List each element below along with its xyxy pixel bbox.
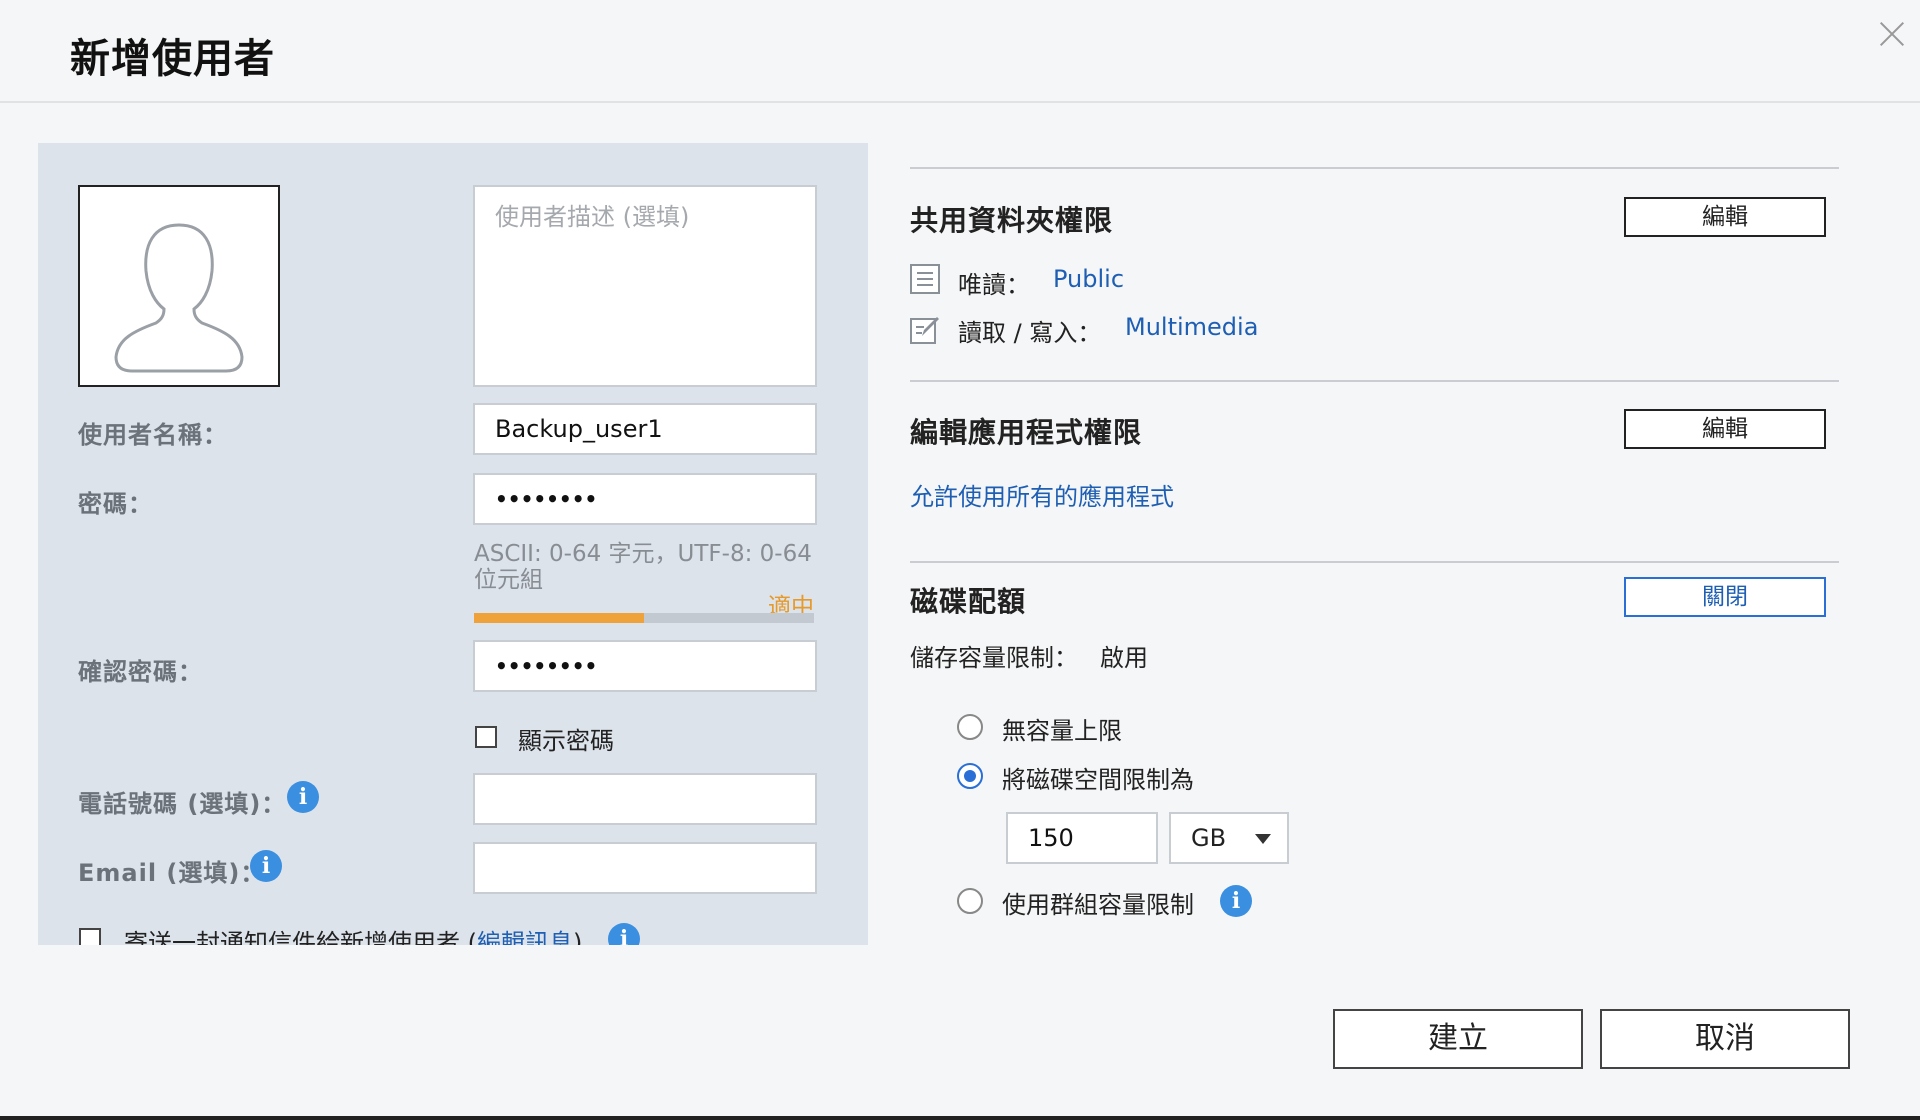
storage-limit-label: 儲存容量限制：	[910, 644, 1078, 672]
close-icon[interactable]	[1872, 14, 1912, 54]
group-limit-info-icon[interactable]: i	[1220, 885, 1252, 917]
show-password-checkbox[interactable]	[475, 726, 497, 748]
confirm-password-label: 確認密碼：	[78, 658, 203, 686]
window-bottom-edge	[0, 1116, 1920, 1120]
dialog-title: 新增使用者	[70, 36, 275, 82]
description-placeholder: 使用者描述 (選填)	[495, 203, 690, 231]
read-write-folder-link[interactable]: Multimedia	[1125, 313, 1258, 341]
divider	[910, 380, 1839, 382]
group-limit-radio[interactable]	[957, 888, 983, 914]
group-limit-label: 使用群組容量限制	[1002, 891, 1194, 919]
password-input[interactable]: ••••••••	[473, 473, 817, 525]
divider	[910, 561, 1839, 563]
username-label: 使用者名稱：	[78, 421, 228, 449]
user-info-panel: 使用者描述 (選填) 使用者名稱： 密碼： •••••••• ASCII: 0-…	[38, 143, 868, 945]
create-button[interactable]: 建立	[1333, 1009, 1583, 1069]
shared-folder-title: 共用資料夾權限	[910, 204, 1114, 237]
show-password-label: 顯示密碼	[518, 727, 614, 755]
no-limit-radio[interactable]	[957, 714, 983, 740]
phone-input[interactable]	[473, 773, 817, 825]
read-only-folder-link[interactable]: Public	[1053, 265, 1124, 293]
username-input[interactable]	[473, 403, 817, 455]
read-write-icon	[910, 317, 939, 344]
limit-space-radio[interactable]	[957, 763, 983, 789]
user-description-textarea[interactable]: 使用者描述 (選填)	[473, 185, 817, 387]
password-strength-bar	[474, 613, 814, 623]
quota-toggle-button[interactable]: 關閉	[1624, 577, 1826, 617]
avatar[interactable]	[78, 185, 280, 387]
read-only-label: 唯讀：	[958, 271, 1030, 299]
notify-label: 寄送一封通知信件給新增使用者 (	[124, 929, 477, 945]
email-label: Email (選填)：	[78, 859, 266, 887]
email-info-icon[interactable]: i	[250, 850, 282, 882]
notify-info-icon[interactable]: i	[608, 923, 640, 945]
allow-all-apps-link[interactable]: 允許使用所有的應用程式	[910, 477, 1174, 512]
confirm-password-input[interactable]: ••••••••	[473, 640, 817, 692]
edit-shared-folder-button[interactable]: 編輯	[1624, 197, 1826, 237]
password-label: 密碼：	[78, 490, 153, 518]
quota-unit-value: GB	[1191, 824, 1227, 852]
phone-label: 電話號碼 (選填)：	[78, 790, 287, 818]
limit-space-label: 將磁碟空間限制為	[1002, 766, 1194, 794]
quota-title: 磁碟配額	[910, 585, 1027, 618]
user-silhouette-icon	[114, 223, 244, 373]
no-limit-label: 無容量上限	[1002, 717, 1122, 745]
email-input[interactable]	[473, 842, 817, 894]
edit-app-permission-button[interactable]: 編輯	[1624, 409, 1826, 449]
password-hint: ASCII: 0-64 字元，UTF-8: 0-64 位元組	[474, 541, 812, 593]
cancel-button[interactable]: 取消	[1600, 1009, 1850, 1069]
divider	[910, 167, 1839, 169]
storage-limit-value: 啟用	[1100, 644, 1148, 672]
quota-unit-select[interactable]: GB	[1169, 812, 1289, 864]
notify-text: 寄送一封通知信件給新增使用者 (編輯訊息)	[124, 923, 582, 945]
notify-checkbox[interactable]	[79, 928, 101, 945]
read-write-label: 讀取 / 寫入：	[958, 319, 1102, 347]
chevron-down-icon	[1255, 834, 1271, 844]
read-only-icon	[910, 264, 940, 294]
quota-amount-input[interactable]	[1006, 812, 1158, 864]
dialog-header: 新增使用者	[0, 0, 1920, 103]
edit-message-link[interactable]: 編輯訊息	[477, 929, 573, 945]
password-strength-fill	[474, 613, 644, 623]
phone-info-icon[interactable]: i	[287, 781, 319, 813]
app-permission-title: 編輯應用程式權限	[910, 416, 1143, 449]
notify-close: )	[573, 929, 583, 945]
